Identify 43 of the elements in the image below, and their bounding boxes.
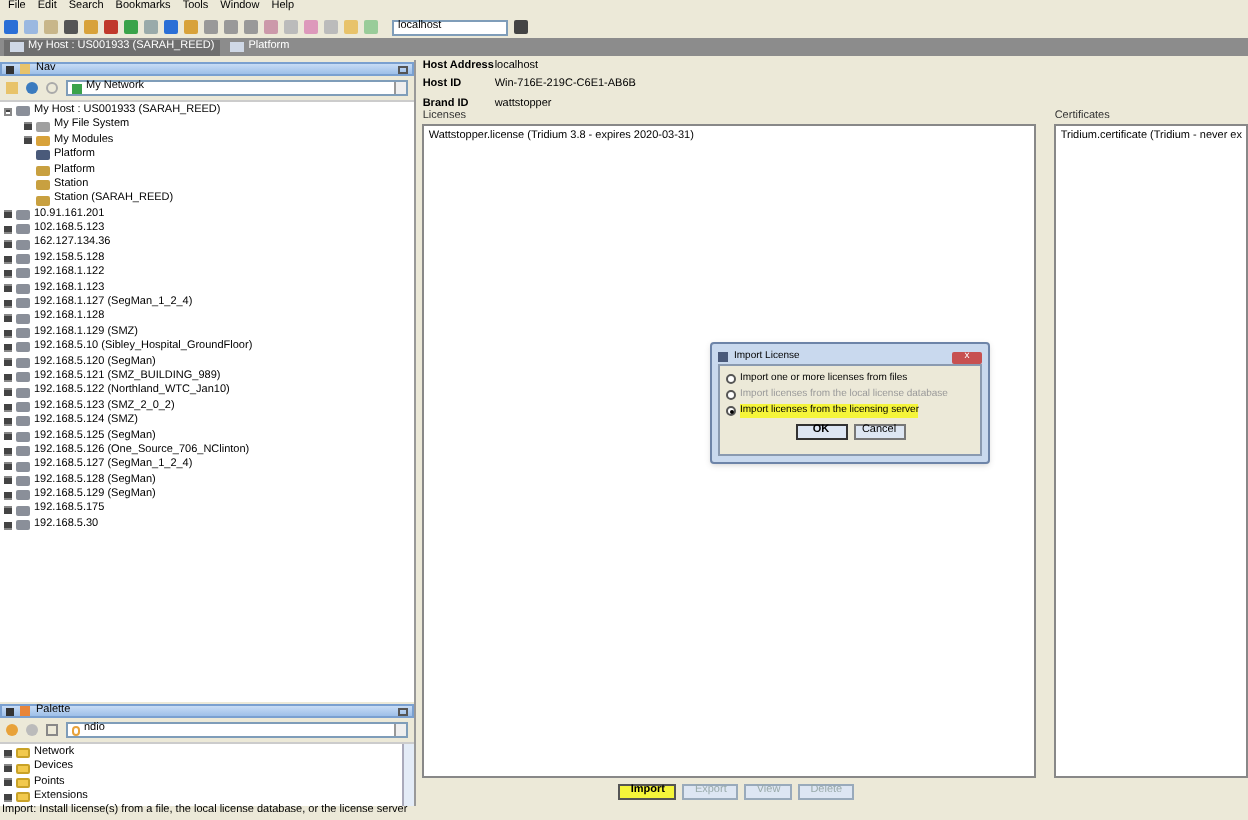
computer-icon: [16, 106, 30, 117]
expander-icon[interactable]: [4, 432, 12, 441]
expander-icon[interactable]: [4, 462, 12, 471]
expander-icon[interactable]: [4, 778, 12, 787]
expander-icon[interactable]: [4, 358, 12, 367]
expander-icon[interactable]: [4, 521, 12, 530]
expander-icon[interactable]: [4, 764, 12, 773]
expander-icon[interactable]: [4, 403, 12, 411]
expander-icon[interactable]: [4, 388, 12, 397]
computer-icon: [10, 42, 24, 52]
expander-icon[interactable]: [4, 373, 12, 382]
maximize-icon[interactable]: [398, 707, 409, 715]
expander-icon[interactable]: [4, 255, 12, 264]
radio-button[interactable]: [726, 374, 736, 384]
expander-icon[interactable]: [24, 136, 32, 145]
collapse-icon[interactable]: [6, 707, 14, 715]
expander-icon[interactable]: [4, 269, 12, 278]
panel-icon: [20, 706, 30, 716]
expander-icon[interactable]: [4, 284, 12, 293]
expander-icon[interactable]: [24, 122, 32, 131]
radio-button[interactable]: [726, 406, 736, 416]
expander-icon[interactable]: [4, 225, 12, 234]
expander-icon[interactable]: [4, 107, 12, 116]
maximize-icon[interactable]: [398, 65, 409, 73]
expander-icon[interactable]: [4, 793, 12, 802]
expander-icon[interactable]: [4, 329, 12, 338]
expander-icon[interactable]: [4, 506, 12, 515]
expander-icon[interactable]: [4, 491, 12, 500]
computer-icon: [230, 42, 245, 52]
expander-icon[interactable]: [4, 314, 12, 323]
expander-icon[interactable]: [4, 749, 12, 758]
expander-icon[interactable]: [4, 343, 12, 352]
panel-icon: [20, 64, 30, 74]
expander-icon[interactable]: [4, 210, 12, 219]
network-icon: [72, 83, 82, 93]
expander-icon[interactable]: [4, 476, 12, 485]
expander-icon[interactable]: [4, 240, 12, 249]
scrollbar[interactable]: [402, 744, 415, 806]
expander-icon[interactable]: [4, 447, 12, 456]
collapse-icon[interactable]: [6, 65, 14, 73]
expander-icon[interactable]: [4, 299, 12, 308]
expander-icon[interactable]: [4, 417, 12, 426]
app-icon: [718, 352, 728, 362]
